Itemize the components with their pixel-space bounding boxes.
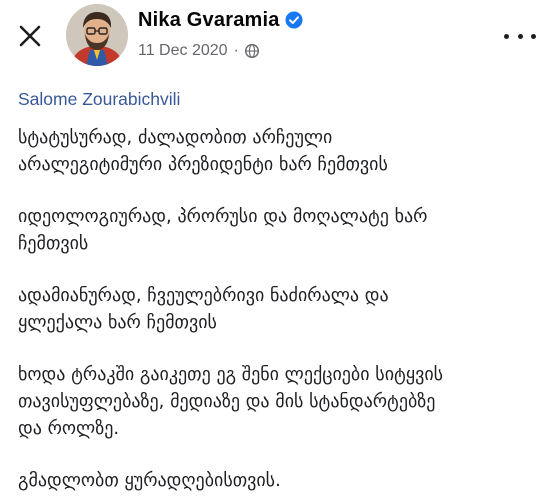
more-dot xyxy=(531,33,536,39)
close-icon xyxy=(19,25,41,47)
author-name[interactable]: Nika Gvaramia xyxy=(138,9,280,32)
more-options-button[interactable] xyxy=(504,28,536,44)
more-dot xyxy=(517,33,523,39)
meta-separator: · xyxy=(233,42,239,59)
author-info: Nika Gvaramia 11 Dec 2020 · xyxy=(138,8,303,60)
mention-link[interactable]: Salome Zourabichvili xyxy=(18,84,538,114)
verified-badge-icon xyxy=(285,11,303,29)
close-button[interactable] xyxy=(16,22,44,50)
post-paragraph-3: ადამიანურად, ჩვეულებრივი ნაძირალა და ყლე… xyxy=(18,285,389,333)
post-paragraph-4: ხოდა ტრაკში გაიკეთე ეგ შენი ლექციები სიტ… xyxy=(18,364,444,439)
author-avatar[interactable] xyxy=(66,4,128,66)
post-body: Salome Zourabichvili სტატუსურად, ძალადობ… xyxy=(18,84,538,494)
post-date[interactable]: 11 Dec 2020 xyxy=(138,42,228,60)
more-options-icon xyxy=(504,33,509,39)
globe-icon[interactable] xyxy=(244,44,259,58)
post-paragraph-2: იდეოლოგიურად, პრორუსი და მოღალატე ხარ ჩე… xyxy=(18,206,428,254)
post-paragraph-1: სტატუსურად, ძალადობით არჩეული არალეგიტიმ… xyxy=(18,127,388,175)
post-paragraph-5: გმადლობთ ყურადღებისთვის. xyxy=(18,470,281,491)
post-header: Nika Gvaramia 11 Dec 2020 · xyxy=(0,0,552,80)
